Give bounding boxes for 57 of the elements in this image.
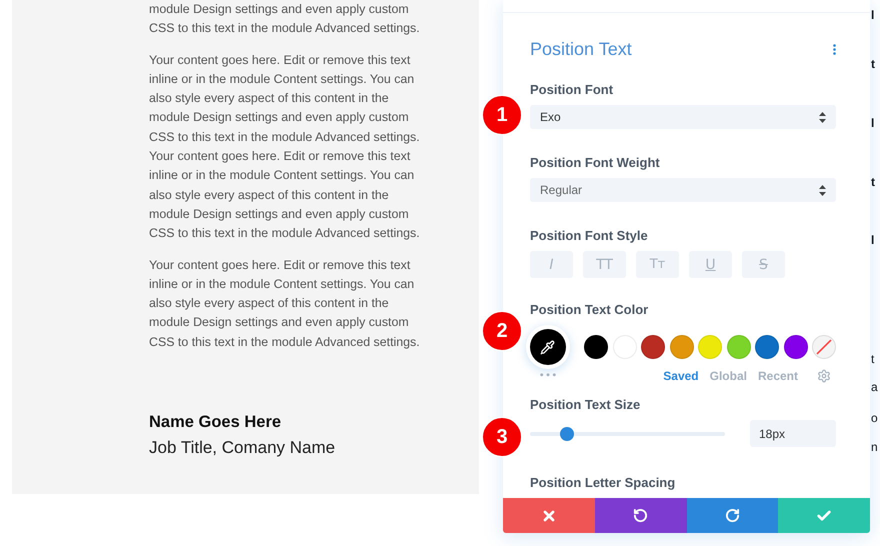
font-style-button[interactable]: U: [689, 251, 732, 278]
background-text: n: [871, 440, 878, 454]
field-label: Position Text Size: [530, 397, 642, 412]
palette-tab[interactable]: Recent: [758, 369, 798, 383]
undo-button[interactable]: [594, 498, 686, 533]
step-badge: 3: [482, 417, 522, 457]
font-style-button[interactable]: S: [742, 251, 785, 278]
slider-thumb[interactable]: [560, 426, 574, 440]
updown-arrows-icon: [819, 112, 826, 123]
field-label: Position Font Style: [530, 228, 649, 244]
no-color-swatch[interactable]: [812, 335, 836, 360]
color-swatch[interactable]: [755, 335, 780, 360]
font-select[interactable]: Exo: [530, 105, 836, 130]
field-label: Position Text Color: [530, 302, 650, 318]
background-text: t: [871, 175, 875, 189]
background-text: t: [871, 57, 875, 71]
background-text: l: [871, 116, 874, 130]
more-options-icon[interactable]: [833, 44, 836, 55]
color-picker-button[interactable]: [530, 329, 566, 366]
color-swatch[interactable]: [698, 335, 722, 360]
field-label: Position Letter Spacing: [530, 475, 676, 490]
person-name: Name Goes Here: [149, 413, 282, 432]
size-input[interactable]: 18px: [750, 420, 836, 447]
step-badge: 1: [482, 95, 522, 135]
redo-icon: [724, 508, 740, 523]
body-paragraph: Your content goes here. Edit or remove this text inline or in the module Content settings. You can also style every aspect of this content in the module Design settings and even apply custom CSS to this text in the module Advanced settings.: [149, 256, 421, 351]
color-swatch[interactable]: [641, 335, 666, 360]
field-label: Position Font: [530, 82, 614, 97]
updown-arrows-icon: [819, 184, 826, 196]
font-style-button[interactable]: Tт: [636, 251, 679, 278]
settings-icon[interactable]: [817, 369, 831, 383]
check-icon: [816, 508, 832, 524]
step-badge: 2: [482, 311, 522, 351]
eyedropper-icon: [540, 340, 556, 355]
field-label: Position Font Weight: [530, 155, 661, 170]
color-swatch[interactable]: [784, 335, 808, 360]
redo-button[interactable]: [686, 498, 778, 533]
undo-icon: [633, 508, 648, 523]
background-text: l: [871, 233, 874, 247]
job-title: Job Title, Comany Name: [149, 438, 336, 458]
background-text: a: [871, 380, 878, 394]
background-text: t: [871, 352, 874, 366]
palette-tab[interactable]: Global: [710, 369, 747, 383]
close-icon: [540, 508, 557, 524]
background-text: l: [871, 8, 874, 22]
background-text: o: [871, 411, 878, 425]
body-paragraph: module Design settings and even apply custom CSS to this text in the module Advanced settings.: [149, 1, 421, 38]
panel-title: Position Text: [530, 39, 632, 60]
color-swatch[interactable]: [670, 335, 694, 360]
color-swatch[interactable]: [584, 335, 608, 360]
color-swatch[interactable]: [726, 335, 751, 360]
font-style-button[interactable]: TT: [583, 251, 626, 278]
palette-tab[interactable]: Saved: [663, 369, 699, 383]
body-paragraph: Your content goes here. Edit or remove this text inline or in the module Content settings. You can also style every aspect of this content in the module Design settings and even apply custom CSS to this text in the module Advanced settings. Your content goes here. Edit or remove this text inline or in the module Content settings. You can also style every aspect of this content in the module Design settings and even apply custom CSS to this text in the module Advanced settings.: [149, 52, 421, 242]
font-weight-select[interactable]: Regular: [530, 178, 836, 202]
more-dots-icon[interactable]: [539, 373, 557, 377]
font-style-button[interactable]: I: [530, 251, 573, 278]
